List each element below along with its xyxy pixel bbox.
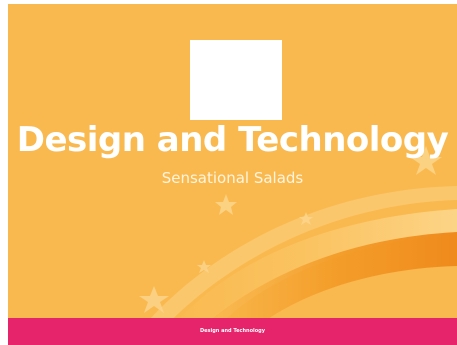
footer-bar: Design and Technology [8, 318, 457, 345]
footer-text: Design and Technology [8, 327, 457, 335]
slide-title: Design and Technology [16, 120, 449, 160]
slide-subtitle: Sensational Salads [161, 169, 304, 187]
image-placeholder [190, 40, 282, 120]
footer-brand: Design and Technology [199, 328, 265, 334]
title-slide: Design and Technology Sensational Salads… [8, 4, 457, 345]
